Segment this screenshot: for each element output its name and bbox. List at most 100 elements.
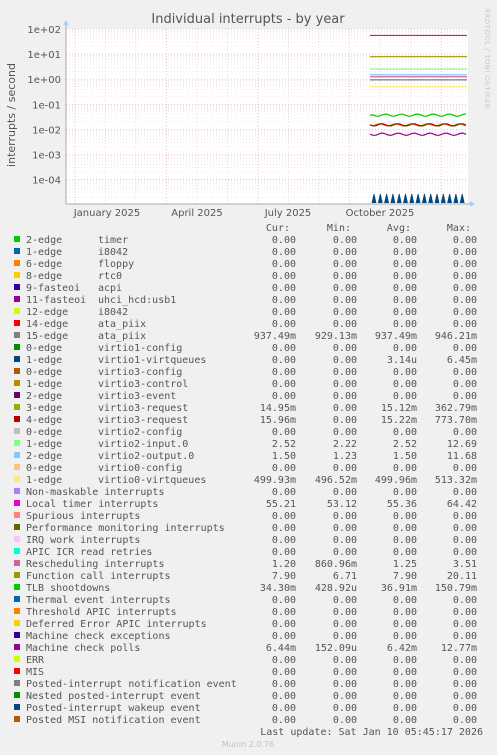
legend-row: 1-edge virtio0-virtqueues 499.93m 496.52m 49… [14,475,477,486]
legend-max: 0.00 [453,391,477,402]
legend-avg: 2.52 [393,439,417,450]
legend-desc: ata_piix [98,331,146,342]
legend-row: Threshold APIC interrupts 0.00 0.00 0.00 0.0… [14,607,477,618]
legend-avg: 0.00 [393,607,417,618]
legend-avg: 0.00 [393,667,417,678]
legend-cur: 0.00 [272,511,296,522]
legend-cur: 2.52 [272,439,296,450]
legend-avg: 0.00 [393,367,417,378]
legend-max: 12.77m [441,643,477,654]
legend-swatch [14,416,20,422]
legend-cur: 34.30m [260,583,296,594]
legend-max: 0.00 [453,655,477,666]
legend-swatch [14,572,20,578]
legend-cur: 1.50 [272,451,296,462]
legend-row: Local timer interrupts 55.21 53.12 55.36 64.… [14,499,477,510]
legend-cur: 55.21 [266,499,296,510]
legend-swatch [14,536,20,542]
legend-max: 12.69 [447,439,477,450]
legend-cur: 0.00 [272,487,296,498]
legend-desc: uhci_hcd:usb1 [98,295,176,306]
legend-cur: 0.00 [272,379,296,390]
legend-avg: 0.00 [393,703,417,714]
legend-max: 11.68 [447,451,477,462]
legend-min: 496.52m [315,475,357,486]
legend-min: 0.00 [333,391,357,402]
legend-desc: ata_piix [98,319,146,330]
legend-swatch [14,356,20,362]
legend-min: 0.00 [333,715,357,726]
legend-name: Performance monitoring interrupts [26,523,225,534]
legend-max: 946.21m [435,331,477,342]
x-tick-label: January 2025 [73,208,141,219]
legend: Cur: Min: Avg: Max:2-edge timer 0.00 0.00 0.00 0… [14,223,477,726]
legend-cur: 7.90 [272,571,296,582]
footer-version: Munin 2.0.76 [222,740,274,749]
legend-cur: 0.00 [272,535,296,546]
legend-min: 0.00 [333,355,357,366]
legend-min: 53.12 [327,499,357,510]
legend-name: 1-edge [26,355,62,366]
chart-title: Individual interrupts - by year [151,12,345,27]
legend-swatch [14,440,20,446]
side-watermark: RRDTOOL / TOBI OETIKER [483,8,491,109]
legend-min: 0.00 [333,535,357,546]
legend-cur: 0.00 [272,235,296,246]
legend-row: 3-edge virtio3-request 14.95m 0.00 15.12m 362… [14,403,477,414]
legend-row: Rescheduling interrupts 1.20 860.96m 1.25 3.… [14,559,477,570]
legend-avg: 0.00 [393,259,417,270]
legend-min: 152.09u [315,643,357,654]
legend-column-header: Min: [327,223,351,234]
legend-name: Nested posted-interrupt event [26,691,201,702]
legend-desc: virtio3-event [98,391,176,402]
x-tick-label: April 2025 [171,208,222,219]
legend-row: 1-edge i8042 0.00 0.00 0.00 0.00 [14,247,477,258]
legend-swatch [14,608,20,614]
legend-name: 9-fasteoi [26,283,80,294]
legend-name: 14-edge [26,319,68,330]
legend-max: 513.32m [435,475,477,486]
legend-avg: 0.00 [393,319,417,330]
legend-max: 0.00 [453,607,477,618]
legend-avg: 0.00 [393,487,417,498]
legend-name: 2-edge [26,391,62,402]
legend-avg: 937.49m [375,331,417,342]
legend-swatch [14,332,20,338]
legend-row: TLB shootdowns 34.30m 428.92u 36.91m 150.79m [14,583,477,594]
legend-name: Posted-interrupt wakeup event [26,703,201,714]
legend-name: 6-edge [26,259,62,270]
legend-min: 0.00 [333,259,357,270]
legend-max: 64.42 [447,499,477,510]
legend-swatch [14,308,20,314]
legend-cur: 499.93m [254,475,296,486]
legend-desc: i8042 [98,307,128,318]
legend-column-header: Avg: [387,223,411,234]
legend-name: 4-edge [26,415,62,426]
legend-min: 0.00 [333,487,357,498]
legend-desc: virtio2-input.0 [98,439,188,450]
legend-cur: 0.00 [272,667,296,678]
legend-max: 0.00 [453,535,477,546]
legend-cur: 0.00 [272,595,296,606]
legend-name: Posted MSI notification event [26,715,201,726]
legend-row: ERR 0.00 0.00 0.00 0.00 [14,655,477,666]
legend-avg: 0.00 [393,235,417,246]
legend-cur: 0.00 [272,319,296,330]
legend-row: 1-edge virtio2-input.0 2.52 2.22 2.52 12.69 [14,439,477,450]
legend-max: 0.00 [453,379,477,390]
legend-avg: 0.00 [393,343,417,354]
interrupts-graph: Individual interrupts - by year interrup… [5,8,491,749]
legend-max: 6.45m [447,355,477,366]
legend-cur: 0.00 [272,631,296,642]
legend-row: Nested posted-interrupt event 0.00 0.00 0.0… [14,691,477,702]
legend-row: Posted MSI notification event 0.00 0.00 0.0… [14,715,477,726]
legend-avg: 0.00 [393,307,417,318]
legend-cur: 0.00 [272,295,296,306]
legend-max: 362.79m [435,403,477,414]
legend-swatch [14,632,20,638]
legend-swatch [14,344,20,350]
legend-name: 1-edge [26,379,62,390]
legend-name: 0-edge [26,427,62,438]
y-tick-label: 1e-04 [32,176,61,187]
legend-max: 0.00 [453,235,477,246]
